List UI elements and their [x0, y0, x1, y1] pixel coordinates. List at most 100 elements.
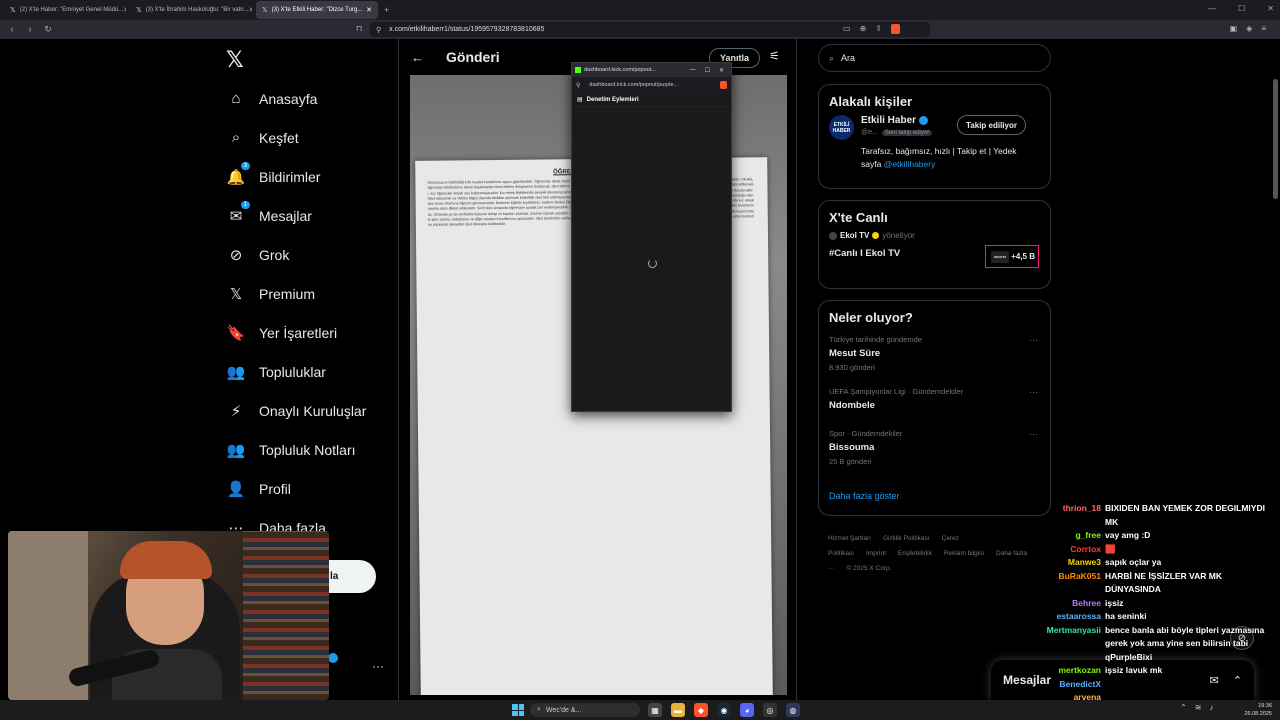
taskbar-clock[interactable]: 19:36 26.08.2025	[1242, 702, 1272, 718]
bookmark-page-icon[interactable]: ⊓	[356, 24, 362, 33]
chat-username[interactable]: thrion_18	[1020, 502, 1105, 529]
nav-item-8[interactable]: ⚡ Onaylı Kuruluşlar	[226, 391, 367, 430]
app-icon[interactable]: ◍	[786, 703, 800, 717]
brave-shields-icon[interactable]	[890, 24, 900, 34]
steam-icon[interactable]: ◉	[717, 703, 731, 717]
minimize-icon[interactable]: —	[690, 67, 696, 74]
tab-label: (3) X'te İbrahim Haskoloğlu: "Bir vatn..…	[145, 7, 249, 13]
search-icon: ⌕	[231, 129, 241, 146]
nav-item-4[interactable]: ⊘ Grok	[226, 235, 366, 274]
account-more-icon[interactable]: ···	[372, 659, 384, 673]
reply-settings-icon[interactable]: ⚟	[769, 49, 780, 63]
maximize-icon[interactable]: ☐	[705, 67, 710, 74]
nav-item-5[interactable]: 𝕏 Premium	[226, 274, 366, 313]
share-icon[interactable]: ⇪	[875, 24, 882, 34]
search-icon: ⌕	[829, 52, 835, 63]
new-tab-icon[interactable]: +	[384, 5, 389, 15]
back-arrow-icon[interactable]: ←	[411, 50, 424, 65]
chat-username[interactable]: mertkozan	[1020, 664, 1105, 678]
maximize-icon[interactable]: ☐	[1238, 4, 1245, 13]
trend-item[interactable]: Spor · Gündemdekiler Bissouma 25 B gönderi…	[819, 429, 1050, 481]
x-logo-icon[interactable]: 𝕏	[226, 47, 244, 73]
widget-icon[interactable]: ▦	[648, 703, 662, 717]
bio-link[interactable]: @etkilihabery	[884, 159, 936, 169]
more-options-icon[interactable]: ···	[1029, 429, 1038, 439]
popout-titlebar: dashboard.kick.com/popout... — ☐ ✕	[572, 63, 731, 77]
volume-icon[interactable]: ♪	[1209, 703, 1213, 712]
chat-username[interactable]: Corrtox	[1020, 543, 1105, 557]
trend-item[interactable]: Türkiye tarihinde gündemde Mesut Süre 8.93…	[819, 335, 1050, 387]
footer-link[interactable]: Gizlilik Politikası	[883, 535, 930, 542]
nav-label: Topluluklar	[259, 363, 326, 380]
person-name[interactable]: Etkili Haber	[861, 115, 916, 126]
nav-item-10[interactable]: 👤 Profil	[226, 469, 366, 508]
search-input[interactable]: ⌕ Ara	[818, 44, 1051, 72]
wallet-icon[interactable]: ◈	[1246, 24, 1252, 33]
chat-username[interactable]: BenedictX	[1020, 678, 1105, 692]
popout-address-bar[interactable]: ⚲ dashboard.kick.com/popout/purple...	[572, 77, 731, 93]
chat-username[interactable]: g_free	[1020, 529, 1105, 543]
close-tab-icon[interactable]: ✕	[366, 6, 372, 14]
browser-tab-1[interactable]: 𝕏(2) X'te Haber: "Emniyet Genel Müdü...✕	[4, 1, 126, 19]
back-icon[interactable]: ‹	[4, 24, 20, 35]
sidebar-icon[interactable]: ▣	[1230, 24, 1238, 33]
trend-count: 25 B gönderi	[829, 457, 872, 466]
nav-item-6[interactable]: 🔖 Yer İşaretleri	[226, 313, 366, 352]
nav-item-0[interactable]: ⌂ Anasayfa	[226, 79, 366, 118]
footer-link[interactable]: Erişilebilirlik	[898, 550, 932, 557]
nav-item-3[interactable]: ✉ 1 Mesajlar	[226, 196, 366, 235]
footer-links: Hizmet Şartları Gizlilik Politikası Çerez …	[828, 531, 1048, 576]
close-window-icon[interactable]: ✕	[1267, 4, 1274, 13]
site-info-icon[interactable]: ⚲	[376, 26, 381, 34]
close-tab-icon[interactable]: ✕	[249, 6, 252, 14]
show-more-link[interactable]: Daha fazla göster	[819, 481, 1050, 513]
related-person[interactable]: ETKİLİ HABER Etkili Haber @e... Seni taki…	[819, 115, 1050, 175]
browser-tab-3[interactable]: 𝕏 (3) X'te Etkili Haber: "Dizce Turg... ✕	[256, 1, 378, 19]
nav-item-1[interactable]: ⌕ Keşfet	[226, 118, 366, 157]
file-explorer-icon[interactable]: ▬	[671, 703, 685, 717]
tray-expand-icon[interactable]: ⌃	[1180, 703, 1187, 712]
minimize-icon[interactable]: —	[1208, 4, 1216, 13]
chat-username[interactable]: Manwe3	[1020, 556, 1105, 570]
webcam-hair	[120, 541, 212, 579]
grok-icon: ⊘	[229, 246, 243, 264]
zoom-icon[interactable]: ⊕	[860, 24, 867, 34]
moderation-actions-header: ▤ Denetim Eylemleri	[572, 93, 731, 107]
brave-shields-icon[interactable]	[720, 81, 727, 89]
trend-item[interactable]: UEFA Şampiyonlar Ligi · Gündemdekiler Ndo…	[819, 387, 1050, 429]
mail-icon: ✉ 1	[226, 200, 250, 225]
discord-icon[interactable]: ◕	[740, 703, 754, 717]
site-info-icon[interactable]: ⚲	[576, 82, 580, 89]
windows-start-icon[interactable]	[512, 704, 524, 716]
wifi-icon[interactable]: ≋	[1195, 703, 1202, 712]
footer-link[interactable]: Imprint	[866, 550, 886, 557]
more-options-icon[interactable]: ···	[1029, 387, 1038, 397]
brave-browser-icon[interactable]: ◆	[694, 703, 708, 717]
scrollbar[interactable]	[1273, 79, 1278, 199]
avatar[interactable]: ETKİLİ HABER	[829, 115, 854, 140]
forward-icon[interactable]: ›	[22, 24, 38, 35]
footer-link[interactable]: Hizmet Şartları	[828, 535, 871, 542]
nav-item-7[interactable]: 👥 Topluluklar	[226, 352, 366, 391]
more-options-icon[interactable]: ···	[1029, 335, 1038, 345]
obs-icon[interactable]: ◎	[763, 703, 777, 717]
reader-icon[interactable]: ▭	[843, 24, 851, 34]
following-button[interactable]: Takip ediliyor	[957, 115, 1026, 135]
footer-link[interactable]: Reklam bilgisi	[944, 550, 984, 557]
taskbar-search[interactable]: ⌕ Wec'de &...	[530, 703, 640, 717]
chat-username[interactable]: Behree	[1020, 597, 1105, 611]
footer-link[interactable]: © 2025 X Corp.	[847, 565, 892, 572]
page-title: Gönderi	[446, 49, 500, 65]
nav-item-9[interactable]: 👥 Topluluk Notları	[226, 430, 366, 469]
chat-username[interactable]: BuRaK051	[1020, 570, 1105, 597]
menu-icon[interactable]: ≡	[1261, 24, 1266, 33]
close-window-icon[interactable]: ✕	[719, 67, 724, 74]
browser-tab-2[interactable]: 𝕏 (3) X'te İbrahim Haskoloğlu: "Bir vatn.…	[130, 1, 252, 19]
reload-icon[interactable]: ↻	[40, 24, 56, 35]
chat-username[interactable]: estaarossa	[1020, 610, 1105, 624]
close-tab-icon[interactable]: ✕	[123, 6, 126, 14]
nav-label: Profil	[259, 480, 291, 497]
chat-username[interactable]: Mertmanyasii	[1020, 624, 1105, 665]
nav-item-2[interactable]: 🔔 3 Bildirimler	[226, 157, 366, 196]
live-stream-item[interactable]: Ekol TV yönetiyor #Canlı I Ekol TV EKOLTV…	[819, 231, 1050, 285]
